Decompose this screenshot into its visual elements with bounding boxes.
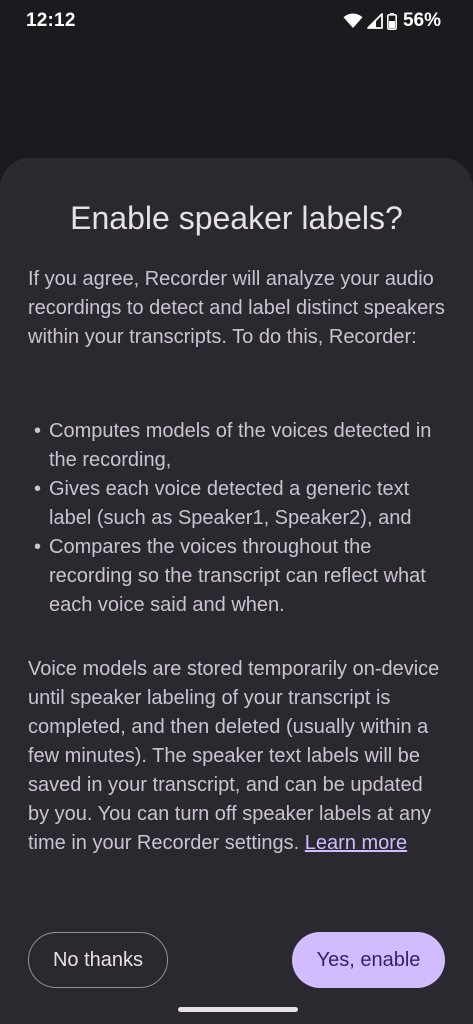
status-time: 12:12	[26, 10, 76, 31]
bullet-item: • Computes models of the voices detected …	[28, 417, 448, 475]
bullet-text: Gives each voice detected a generic text…	[49, 478, 412, 529]
bullet-text: Compares the voices throughout the recor…	[49, 536, 426, 616]
status-bar: 12:12 56%	[0, 0, 473, 44]
status-icons: 56%	[343, 10, 441, 32]
dialog-intro-text: If you agree, Recorder will analyze your…	[28, 268, 445, 348]
no-thanks-button[interactable]: No thanks	[28, 932, 168, 988]
bullet-dot-icon: •	[34, 478, 42, 500]
bullet-dot-icon: •	[34, 420, 42, 442]
bullet-item: • Compares the voices throughout the reco…	[28, 533, 448, 620]
wifi-icon	[343, 13, 363, 29]
dialog-outro: Voice models are stored temporarily on-d…	[28, 655, 448, 858]
dialog-outro-text: Voice models are stored temporarily on-d…	[28, 658, 440, 854]
bullet-text: Computes models of the voices detected i…	[49, 420, 432, 471]
signal-icon	[367, 13, 383, 29]
battery-icon	[386, 12, 397, 30]
bullet-item: • Gives each voice detected a generic tex…	[28, 475, 448, 533]
bullet-dot-icon: •	[34, 536, 42, 558]
home-indicator[interactable]	[178, 1007, 298, 1012]
learn-more-link[interactable]: Learn more	[305, 832, 407, 854]
dialog-title: Enable speaker labels?	[70, 200, 403, 236]
yes-enable-button[interactable]: Yes, enable	[292, 932, 445, 988]
battery-percent: 56%	[402, 10, 441, 31]
dialog-bullet-list: • Computes models of the voices detected …	[28, 417, 448, 620]
